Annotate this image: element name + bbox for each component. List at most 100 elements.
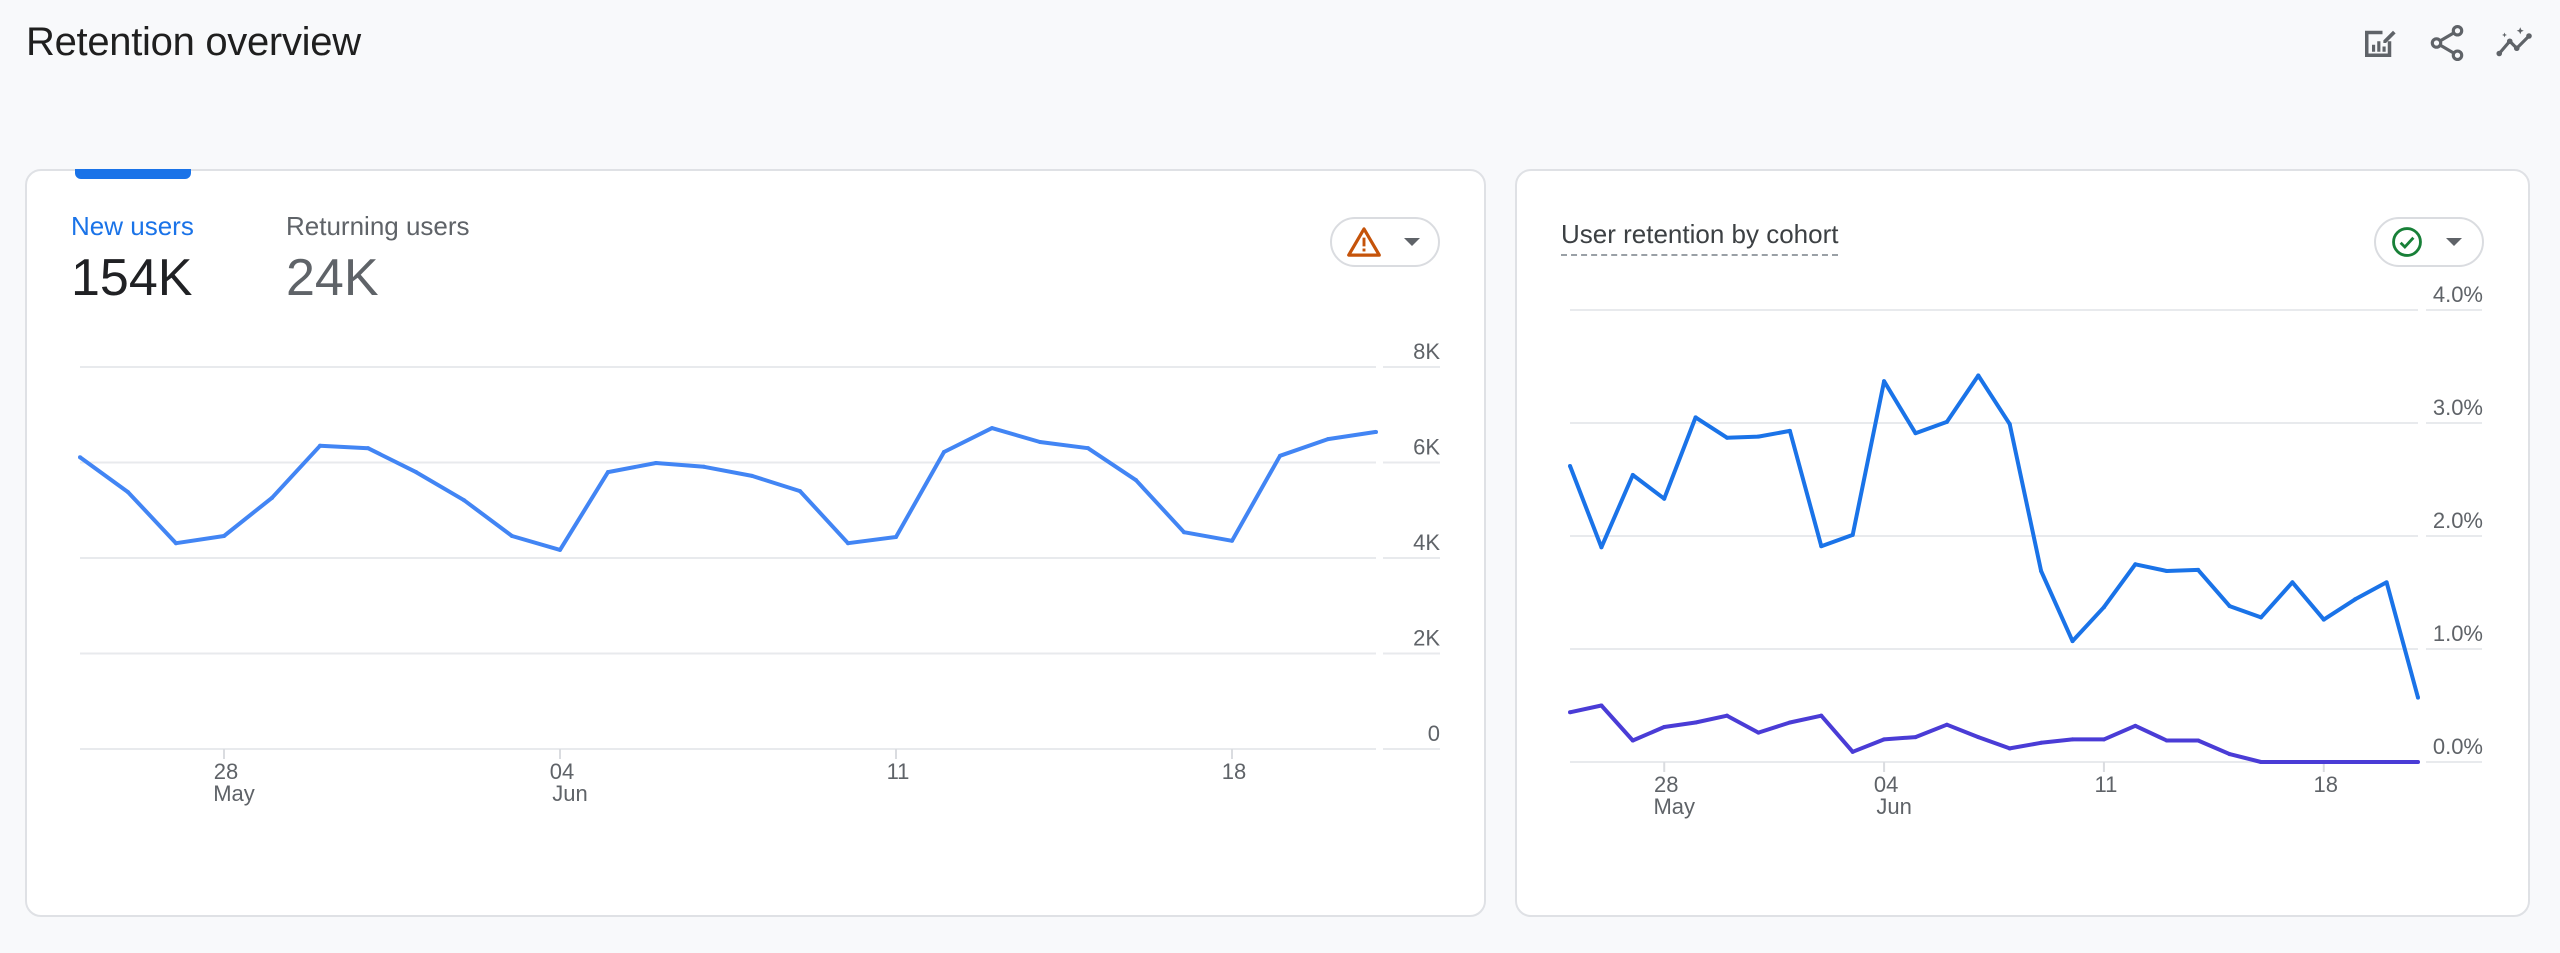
data-point [654, 460, 658, 465]
data-point [1086, 446, 1090, 451]
share-button[interactable] [2424, 20, 2470, 66]
y-tick-label: 1.0% [2433, 621, 2483, 646]
new-users-chart: 02K4K6K8K28May04Jun11 18 [78, 339, 1440, 806]
data-point [1787, 720, 1792, 725]
data-point [1976, 373, 1981, 378]
data-point [2384, 760, 2389, 764]
series-line-2 [1569, 703, 2418, 764]
data-point [2384, 580, 2389, 585]
data-point [1976, 735, 1981, 740]
x-tick-month-label: Jun [552, 781, 587, 806]
data-point [558, 547, 562, 552]
y-tick-label: 6K [1413, 435, 1440, 460]
data-point [222, 534, 226, 539]
data-point [1630, 472, 1635, 477]
data-point [78, 455, 82, 460]
insights-button[interactable] [2492, 20, 2538, 66]
data-point [2416, 760, 2420, 764]
data-point [2007, 746, 2012, 751]
data-point [1630, 738, 1635, 743]
data-point [2196, 738, 2201, 743]
data-point [2196, 567, 2201, 572]
data-point [2353, 597, 2358, 602]
data-point [1038, 439, 1042, 444]
user-retention-card: User retention by cohort 0.0% 1.0% 2.0% 3.0… [1515, 169, 2530, 917]
data-point [702, 464, 706, 469]
data-point [1725, 713, 1730, 718]
data-point [1374, 429, 1378, 434]
data-point [798, 489, 802, 494]
data-point [1693, 720, 1698, 725]
data-point [318, 443, 322, 448]
data-point [1662, 496, 1667, 501]
data-point [2290, 580, 2295, 585]
data-point [2321, 760, 2326, 764]
data-point [2039, 569, 2044, 574]
data-point [510, 534, 514, 539]
y-tick-label: 0.0% [2433, 734, 2483, 759]
x-tick-month-label: Jun [1876, 794, 1911, 819]
data-point [2227, 604, 2232, 609]
data-point [1326, 437, 1330, 442]
data-point [1850, 532, 1855, 537]
edit-report-icon [2365, 30, 2396, 57]
share-icon [2430, 24, 2464, 62]
insights-icon [2496, 27, 2532, 57]
y-tick-label: 3.0% [2433, 395, 2483, 420]
data-point [2101, 737, 2106, 742]
data-point [1850, 749, 1855, 754]
x-tick-month-label: May [213, 781, 255, 806]
page-title: Retention overview [26, 20, 361, 64]
data-point [846, 541, 850, 546]
data-point [270, 495, 274, 500]
data-point [2007, 422, 2012, 427]
x-tick-label: 18 [2314, 772, 2338, 797]
x-tick-month-label: May [1653, 794, 1695, 819]
data-point [2164, 738, 2169, 743]
data-point [2227, 752, 2232, 757]
x-tick-label: 18 [1222, 759, 1246, 784]
data-point [750, 473, 754, 478]
y-tick-label: 4K [1413, 530, 1440, 555]
series-line-1 [78, 426, 1377, 552]
data-point [1599, 545, 1604, 550]
data-point [1230, 538, 1234, 543]
data-point [2353, 760, 2358, 764]
data-point [2258, 760, 2263, 764]
data-point [2416, 695, 2420, 700]
page-toolbar [2356, 20, 2538, 66]
data-point [2133, 562, 2138, 567]
data-point [1599, 703, 1604, 708]
data-point [2133, 723, 2138, 728]
new-users-card: New users 154K Returning users 24K 0 2K 4K… [25, 169, 1486, 917]
data-point [1913, 735, 1918, 740]
data-point [1787, 428, 1792, 433]
x-tick-label: 11 [887, 759, 910, 784]
data-point [1278, 453, 1282, 458]
y-tick-label: 0 [1428, 721, 1440, 746]
data-point [990, 426, 994, 431]
data-point [1725, 435, 1730, 440]
data-point [1182, 530, 1186, 535]
y-tick-label: 8K [1413, 339, 1440, 364]
data-point [1662, 724, 1667, 729]
edit-report-button[interactable] [2356, 20, 2402, 66]
data-point [2101, 605, 2106, 610]
y-tick-label: 2.0% [2433, 508, 2483, 533]
data-point [2164, 569, 2169, 574]
data-point [1756, 730, 1761, 735]
data-point [126, 490, 130, 495]
data-point [414, 470, 418, 475]
data-point [2070, 737, 2075, 742]
data-point [462, 498, 466, 503]
data-point [1913, 431, 1918, 436]
user-retention-chart: 0.0%1.0%2.0%3.0%4.0%28May04Jun11 18 [1568, 282, 2483, 819]
data-point [894, 534, 898, 539]
data-point [2321, 617, 2326, 622]
data-point [1944, 722, 1949, 727]
data-point [1882, 737, 1887, 742]
data-point [1819, 713, 1824, 718]
x-tick-label: 11 [2095, 772, 2118, 797]
data-point [606, 470, 610, 475]
data-point [366, 446, 370, 451]
